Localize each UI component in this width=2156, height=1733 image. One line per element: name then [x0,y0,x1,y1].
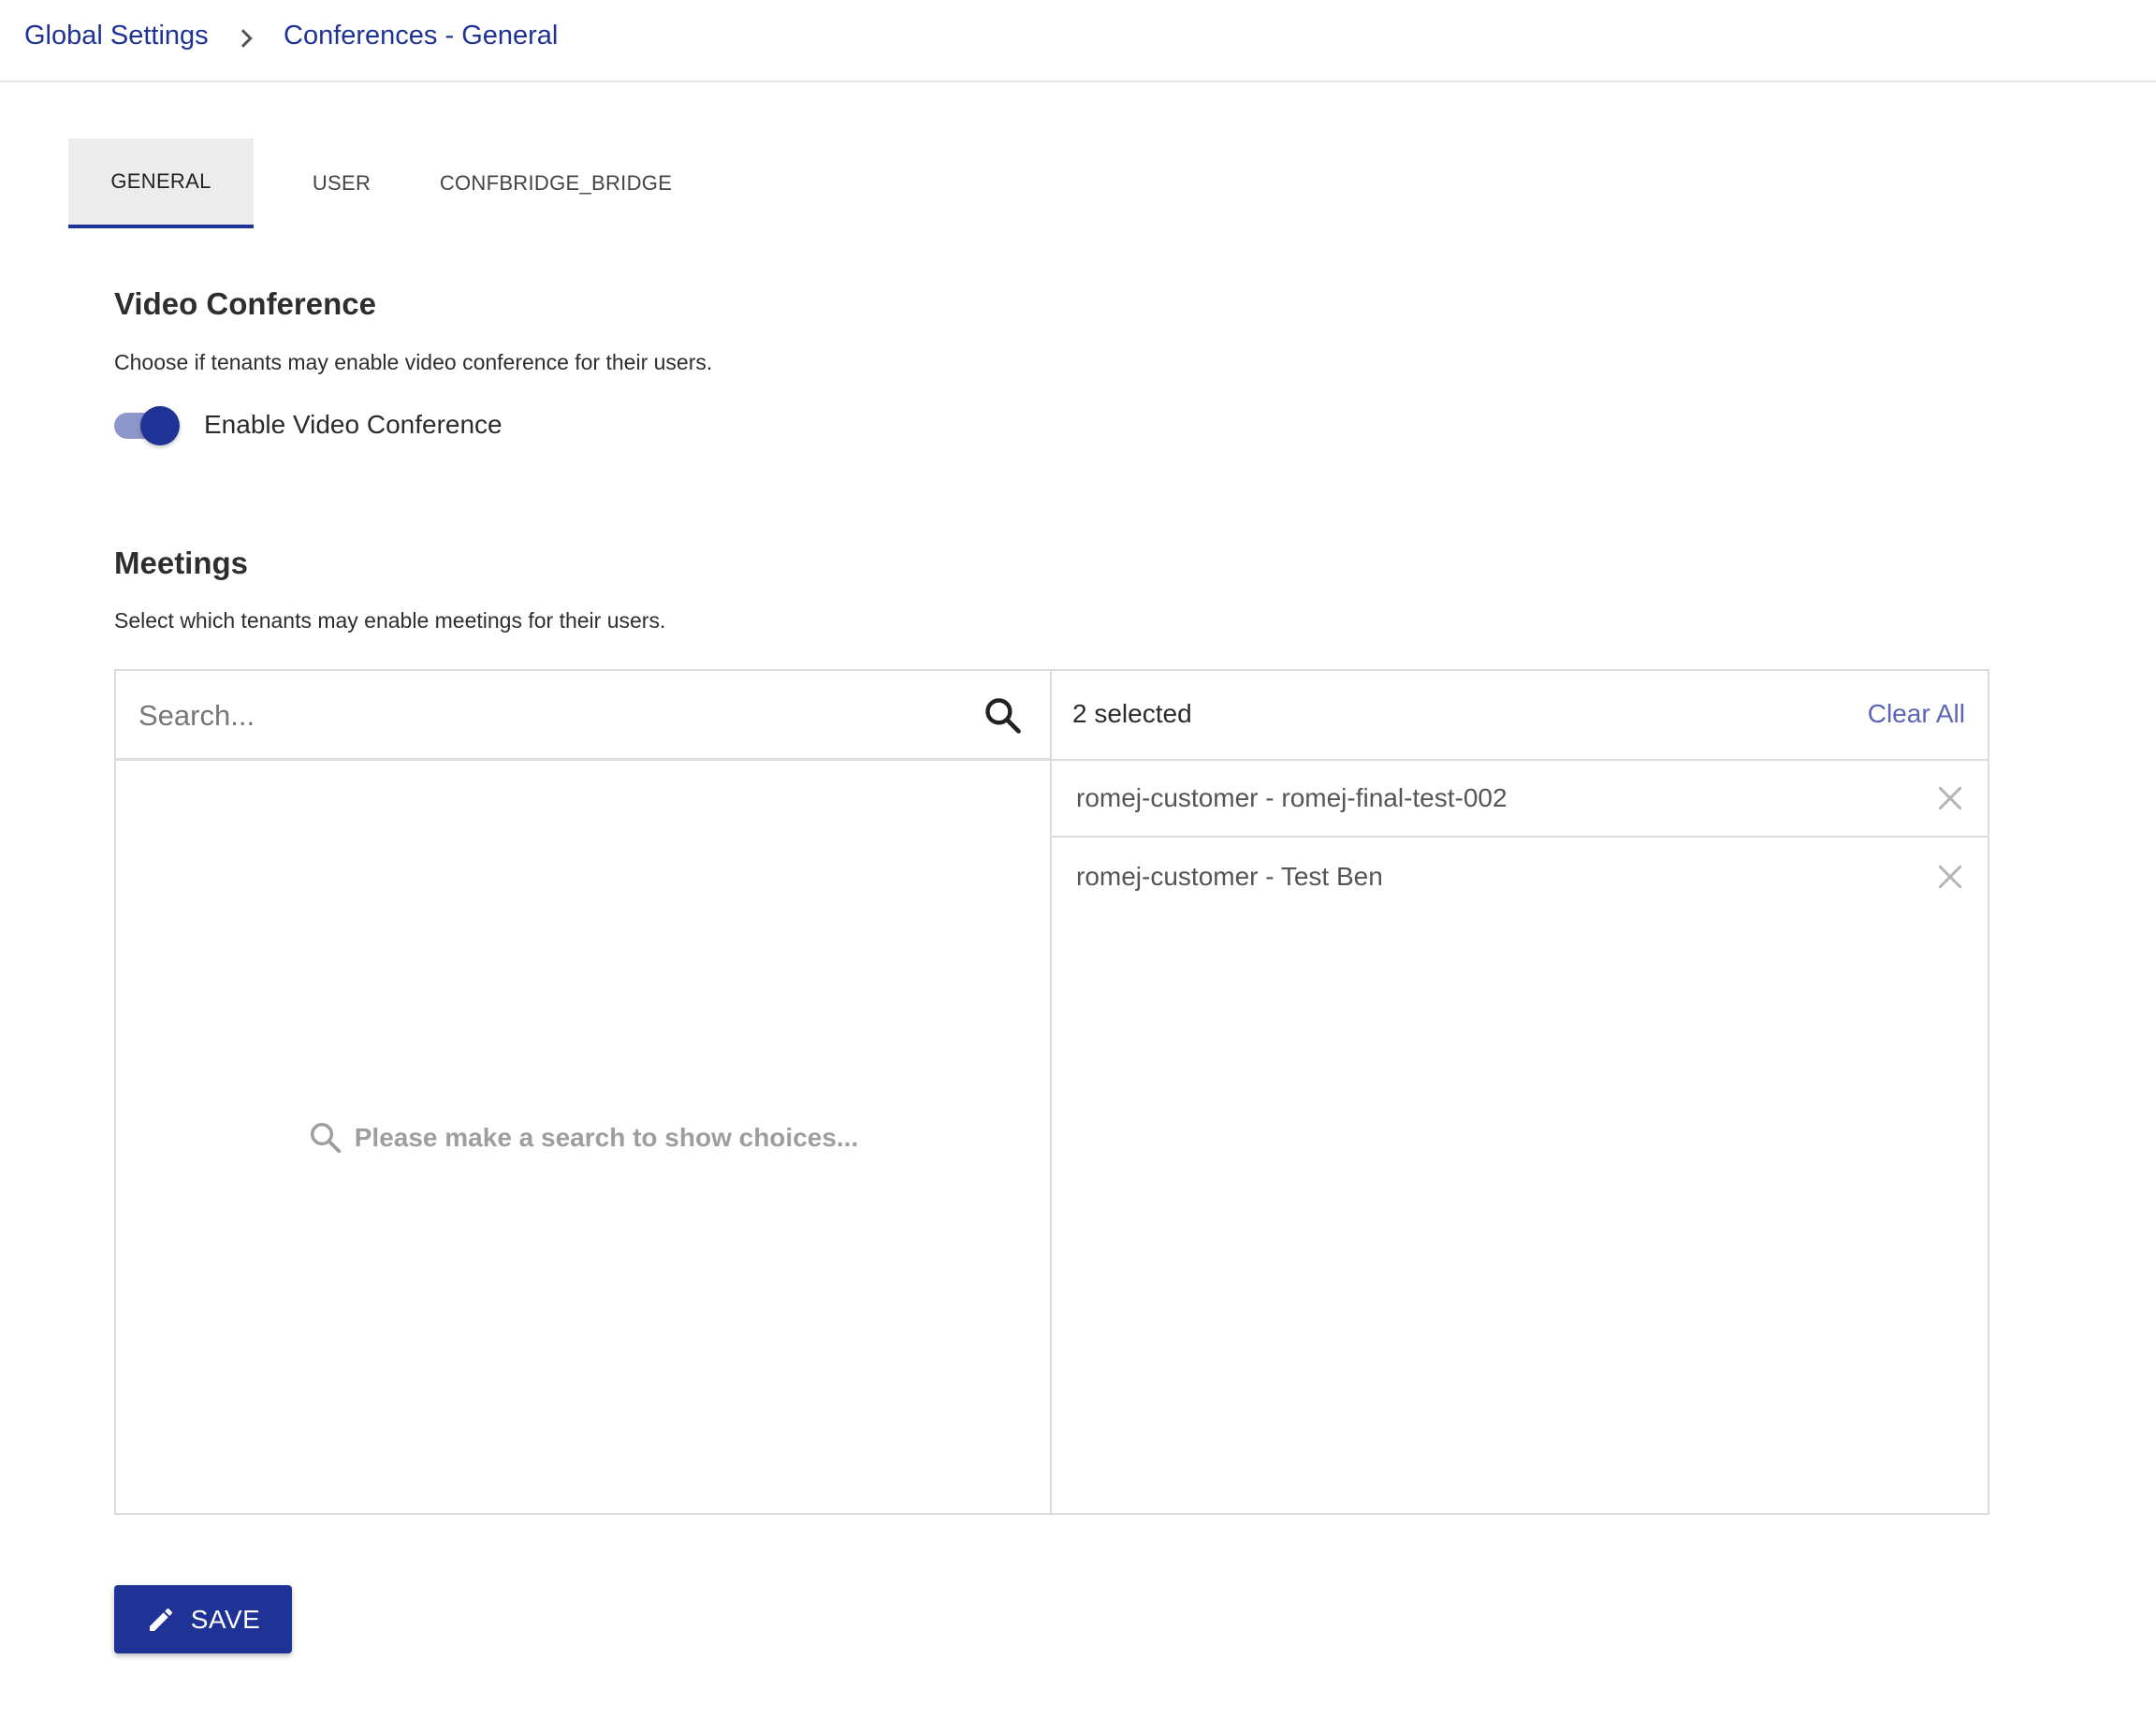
enable-video-conference-toggle[interactable] [114,406,180,445]
tab-confbridge-bridge[interactable]: CONFBRIDGE_BRIDGE [439,138,673,228]
enable-video-conference-label[interactable]: Enable Video Conference [204,410,503,440]
close-icon[interactable] [1935,862,1965,892]
clear-all-button[interactable]: Clear All [1868,699,1965,729]
toggle-knob [140,406,180,445]
breadcrumb: Global Settings Conferences - General [0,0,2156,82]
tab-general[interactable]: GENERAL [68,138,254,228]
video-conference-title: Video Conference [114,286,376,321]
save-label: SAVE [190,1604,261,1634]
selected-item-label: romej-customer - Test Ben [1076,862,1383,891]
search-row [116,671,1050,761]
close-icon[interactable] [1935,783,1965,813]
tenant-transfer-list: Please make a search to show choices... … [114,669,1989,1515]
meetings-description: Select which tenants may enable meetings… [114,608,666,633]
selected-count: 2 selected [1072,699,1192,728]
search-icon[interactable] [983,695,1024,736]
pencil-icon [149,1608,172,1631]
empty-state: Please make a search to show choices... [116,761,1050,1515]
search-pane: Please make a search to show choices... [116,671,1052,1513]
search-icon [310,1123,341,1154]
selected-pane: 2 selected Clear All romej-customer - ro… [1052,671,1989,1513]
meetings-title: Meetings [114,546,249,580]
selected-item: romej-customer - romej-final-test-002 [1052,761,1989,837]
empty-state-text: Please make a search to show choices... [354,1123,859,1152]
breadcrumb-global-settings[interactable]: Global Settings [24,21,209,51]
chevron-right-icon [240,29,253,48]
breadcrumb-conferences-general[interactable]: Conferences - General [284,21,558,51]
search-input[interactable] [138,688,962,744]
tab-user[interactable]: USER [282,138,401,228]
selected-header: 2 selected Clear All [1052,671,1989,761]
selected-item: romej-customer - Test Ben [1052,839,1989,916]
save-button[interactable]: SAVE [114,1585,292,1653]
video-conference-description: Choose if tenants may enable video confe… [114,350,713,374]
selected-item-label: romej-customer - romej-final-test-002 [1076,783,1508,812]
